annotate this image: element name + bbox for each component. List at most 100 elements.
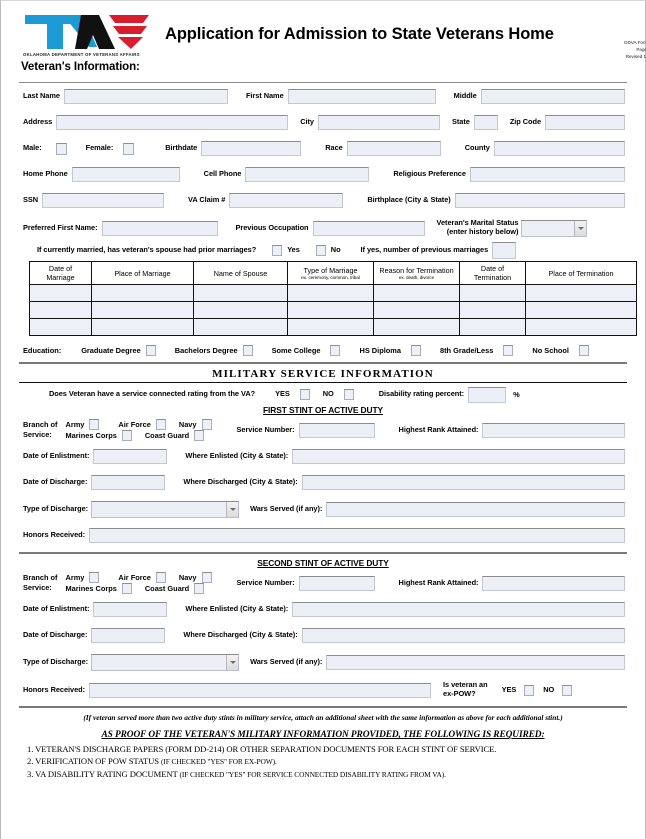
service-number-input-2[interactable] <box>298 575 375 591</box>
cell-date-of-termination[interactable] <box>459 284 526 302</box>
date-of-discharge-input[interactable] <box>91 475 166 490</box>
home-phone-input[interactable] <box>71 167 180 182</box>
cell-type-of-marriage[interactable] <box>287 318 374 336</box>
cell-type-of-marriage[interactable] <box>287 301 374 319</box>
religious-preference-input[interactable] <box>469 167 625 182</box>
cell-place-of-termination[interactable] <box>525 318 637 336</box>
race-input[interactable] <box>346 141 441 156</box>
prior-marriages-yes-checkbox[interactable] <box>272 244 283 256</box>
highest-rank-input-2[interactable] <box>482 575 625 591</box>
cell-place-of-termination[interactable] <box>525 301 637 319</box>
education-option-some-college[interactable]: Some College <box>272 345 346 356</box>
male-checkbox[interactable] <box>55 142 67 155</box>
wars-served-input[interactable] <box>326 501 625 517</box>
cell-place-of-marriage[interactable] <box>91 318 194 336</box>
type-of-discharge-select-2[interactable] <box>91 653 240 671</box>
cell-date-of-marriage[interactable] <box>29 301 92 319</box>
service-number-input[interactable] <box>298 422 375 438</box>
chevron-down-icon[interactable] <box>226 654 239 670</box>
marines-corps-label-2: Marines Corps <box>65 584 117 593</box>
navy-checkbox-2[interactable] <box>201 572 212 583</box>
prior-marriages-no-checkbox[interactable] <box>315 244 326 256</box>
date-of-discharge-input-2[interactable] <box>91 628 166 643</box>
previous-occupation-input[interactable] <box>312 220 425 236</box>
ssn-input[interactable] <box>42 193 165 208</box>
previous-marriages-count-input[interactable] <box>492 241 517 259</box>
cell-name-of-spouse[interactable] <box>193 301 288 319</box>
va-claim-input[interactable] <box>229 193 344 208</box>
army-checkbox[interactable] <box>89 419 100 430</box>
army-checkbox-2[interactable] <box>89 572 100 583</box>
state-input[interactable] <box>473 115 498 130</box>
address-input[interactable] <box>56 115 289 130</box>
education-option-hs-diploma[interactable]: HS Diploma <box>359 345 425 356</box>
disability-percent-input[interactable] <box>468 386 507 403</box>
cell-date-of-termination[interactable] <box>459 318 526 336</box>
birthdate-input[interactable] <box>201 141 302 156</box>
date-of-enlistment-input[interactable] <box>93 449 168 464</box>
cell-place-of-marriage[interactable] <box>91 284 194 302</box>
cell-phone-label: Cell Phone <box>203 169 242 179</box>
birthplace-input[interactable] <box>454 193 625 208</box>
eighth-grade-less-checkbox[interactable] <box>503 345 514 356</box>
county-input[interactable] <box>493 141 625 156</box>
marital-status-select[interactable] <box>521 219 588 237</box>
highest-rank-input[interactable] <box>482 422 625 438</box>
cell-place-of-marriage[interactable] <box>91 301 194 319</box>
graduate-degree-checkbox[interactable] <box>145 345 156 356</box>
cell-name-of-spouse[interactable] <box>193 284 288 302</box>
service-rating-yes-checkbox[interactable] <box>299 389 310 400</box>
chevron-down-icon[interactable] <box>574 220 587 236</box>
cell-place-of-termination[interactable] <box>525 284 637 302</box>
air-force-checkbox-2[interactable] <box>155 572 166 583</box>
honors-received-input[interactable] <box>89 528 625 543</box>
coast-guard-checkbox-2[interactable] <box>194 583 205 594</box>
coast-guard-checkbox[interactable] <box>194 430 205 441</box>
date-of-enlistment-input-2[interactable] <box>93 602 168 617</box>
expow-no-checkbox[interactable] <box>562 684 573 696</box>
education-option-graduate-degree[interactable]: Graduate Degree <box>81 345 161 356</box>
where-discharged-input[interactable] <box>301 475 625 490</box>
wars-served-input-2[interactable] <box>326 654 625 670</box>
cell-reason-for-termination[interactable] <box>373 284 460 302</box>
cell-date-of-termination[interactable] <box>459 301 526 319</box>
city-input[interactable] <box>318 115 440 130</box>
type-of-discharge-select[interactable] <box>91 500 240 518</box>
cell-reason-for-termination[interactable] <box>373 318 460 336</box>
cell-date-of-marriage[interactable] <box>29 318 92 336</box>
marines-corps-checkbox-2[interactable] <box>121 583 132 594</box>
navy-checkbox[interactable] <box>201 419 212 430</box>
marines-corps-checkbox[interactable] <box>121 430 132 441</box>
education-option-8th-grade-less[interactable]: 8th Grade/Less <box>440 345 518 356</box>
female-checkbox[interactable] <box>123 142 135 155</box>
education-option-bachelors-degree[interactable]: Bachelors Degree <box>175 345 258 356</box>
service-rating-no-checkbox[interactable] <box>343 389 354 400</box>
cell-reason-for-termination[interactable] <box>373 301 460 319</box>
where-discharged-input-2[interactable] <box>301 628 625 643</box>
cell-type-of-marriage[interactable] <box>287 284 374 302</box>
middle-name-input[interactable] <box>480 89 625 104</box>
zip-code-input[interactable] <box>545 115 625 130</box>
cell-name-of-spouse[interactable] <box>193 318 288 336</box>
bachelors-degree-checkbox[interactable] <box>242 345 253 356</box>
education-label: Education: <box>23 346 62 355</box>
cell-date-of-marriage[interactable] <box>29 284 92 302</box>
where-enlisted-input[interactable] <box>292 449 625 464</box>
birthdate-label: Birthdate <box>165 143 198 153</box>
no-school-checkbox[interactable] <box>578 345 589 356</box>
expow-yes-checkbox[interactable] <box>524 684 535 696</box>
hs-diploma-checkbox[interactable] <box>410 345 421 356</box>
preferred-first-name-input[interactable] <box>101 220 218 236</box>
cell-phone-input[interactable] <box>245 167 370 182</box>
table-row <box>29 318 637 336</box>
honors-received-input-2[interactable] <box>89 682 432 698</box>
first-stint-heading: FIRST STINT OF ACTIVE DUTY <box>263 405 383 415</box>
where-enlisted-input-2[interactable] <box>292 602 625 617</box>
first-name-input[interactable] <box>287 89 436 104</box>
last-name-input[interactable] <box>63 89 228 104</box>
chevron-down-icon[interactable] <box>226 501 239 517</box>
air-force-checkbox[interactable] <box>155 419 166 430</box>
education-option-no-school[interactable]: No School <box>532 345 594 356</box>
some-college-checkbox[interactable] <box>330 345 341 356</box>
marital-status-label: Veteran's Marital Status (enter history … <box>437 219 519 236</box>
